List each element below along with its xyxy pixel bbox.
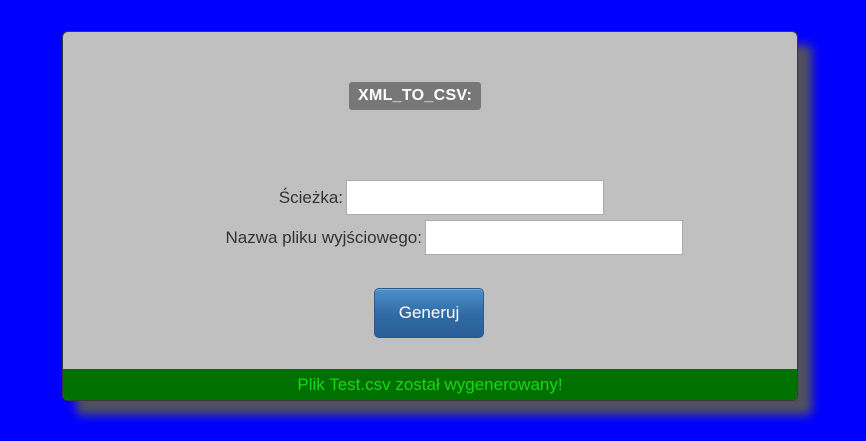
status-bar: Plik Test.csv został wygenerowany!	[63, 369, 797, 400]
output-filename-input[interactable]	[425, 220, 683, 255]
main-panel: XML_TO_CSV: Ścieżka: Nazwa pliku wyjścio…	[62, 31, 798, 401]
output-filename-label: Nazwa pliku wyjściowego:	[225, 227, 422, 247]
status-message: Plik Test.csv został wygenerowany!	[297, 375, 563, 394]
path-row: Ścieżka:	[279, 180, 604, 215]
path-input[interactable]	[346, 180, 604, 215]
page-title: XML_TO_CSV:	[349, 82, 482, 110]
generate-button[interactable]: Generuj	[374, 288, 484, 338]
output-filename-row: Nazwa pliku wyjściowego:	[225, 220, 683, 255]
path-label: Ścieżka:	[278, 187, 343, 207]
